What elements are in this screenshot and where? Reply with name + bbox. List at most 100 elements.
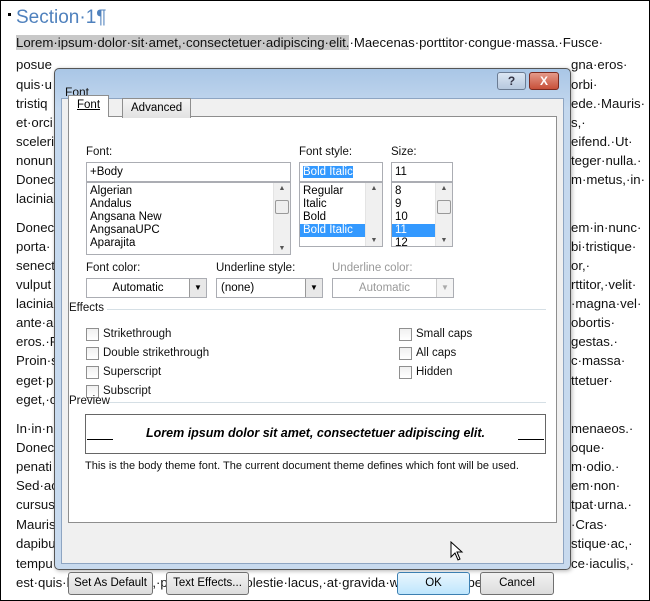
document-line-end: c·massa· [571,353,626,368]
font-input[interactable]: +Body [86,162,291,182]
style-list-scrollbar[interactable]: ▲ ▼ [365,183,382,246]
underline-style-label: Underline style: [216,262,296,274]
preview-text: Lorem ipsum dolor sit amet, consectetuer… [146,426,485,440]
document-line-start: Donec [16,440,55,455]
chevron-down-icon[interactable]: ▼ [305,279,322,297]
document-line-end: ttetuer· [571,373,613,388]
scroll-down-icon[interactable]: ▼ [436,237,452,244]
list-item[interactable]: 11 [392,224,435,237]
font-list[interactable]: Algerian Andalus Angsana New AngsanaUPC Apar… [86,182,291,255]
chevron-down-icon[interactable]: ▼ [189,279,206,297]
superscript-checkbox[interactable] [86,366,99,379]
subscript-label[interactable]: Subscript [103,385,151,397]
document-line-end: obortis· [571,315,615,330]
document-line-end: ede.·Mauris· [571,96,646,111]
preview-divider [109,402,546,403]
mouse-cursor-icon [450,541,464,561]
document-line-start: eros.·P [16,334,59,349]
close-button[interactable]: X [529,72,559,90]
list-item[interactable]: Andalus [87,198,273,211]
all-caps-checkbox[interactable] [399,347,412,360]
tab-label: Advanced [131,102,183,114]
set-as-default-button[interactable]: Set As Default [68,572,153,595]
document-line-start: eget,·c [16,392,57,407]
scroll-down-icon[interactable]: ▼ [274,245,290,252]
document-line-end: m·odio.· [571,459,620,474]
document-line-end: ·Cras· [571,517,608,532]
scroll-thumb[interactable] [437,200,451,214]
font-label: Font: [86,146,113,158]
font-style-input[interactable]: Bold Italic [299,162,383,182]
underline-color-label: Underline color: [332,262,413,274]
size-input[interactable]: 11 [391,162,453,182]
list-item[interactable]: Aparajita [87,237,273,250]
double-strikethrough-checkbox[interactable] [86,347,99,360]
preview-box: Lorem ipsum dolor sit amet, consectetuer… [85,414,546,454]
list-item[interactable]: 8 [392,185,435,198]
document-line: Lorem·ipsum·dolor·sit·amet,·consectetuer… [16,34,603,52]
tab-font[interactable]: Font [68,95,110,117]
small-caps-checkbox[interactable] [399,328,412,341]
document-line-start: senect [16,258,55,273]
document-line-start: quis·u [16,77,52,92]
dialog-client: Font: +Body Algerian Andalus Angsana New An… [61,95,564,564]
document-line-end: gna·eros· [571,57,628,72]
document-line-start: eget·p [16,373,54,388]
document-line-start: Donec [16,220,55,235]
hidden-checkbox[interactable] [399,366,412,379]
list-item[interactable]: Angsana New [87,211,273,224]
strikethrough-label[interactable]: Strikethrough [103,328,171,340]
document-line-start: porta· [16,239,51,254]
underline-style-select[interactable]: (none) ▼ [216,278,323,298]
document-line-start: et·orci [16,115,53,130]
document-line-start: penati [16,459,52,474]
superscript-label[interactable]: Superscript [103,366,161,378]
document-line-end: menaeos.· [571,421,634,436]
effects-divider [107,309,546,310]
document-line-end: teger·nulla.· [571,153,642,168]
scroll-up-icon[interactable]: ▲ [274,185,290,192]
underline-color-value: Automatic [358,282,411,294]
document-line-end: tpat·urna.· [571,497,632,512]
underline-style-value: (none) [221,282,255,294]
scroll-up-icon[interactable]: ▲ [436,185,452,192]
list-item[interactable]: AngsanaUPC [87,224,273,237]
document-line-start: nonun [16,153,53,168]
list-item[interactable]: Algerian [87,185,273,198]
document-line-start: cursus [16,497,55,512]
document-line-end: m·metus,·in· [571,172,645,187]
scroll-down-icon[interactable]: ▼ [366,237,382,244]
double-strikethrough-label[interactable]: Double strikethrough [103,347,209,359]
document-line-end: em·non· [571,478,621,493]
list-item[interactable]: Italic [300,198,365,211]
document-line-start: ante·a [16,315,54,330]
font-list-scrollbar[interactable]: ▲ ▼ [273,183,290,254]
scroll-up-icon[interactable]: ▲ [366,185,382,192]
ok-button[interactable]: OK [397,572,470,595]
size-list[interactable]: 8 9 10 11 12 ▲ ▼ [391,182,453,247]
list-item[interactable]: 10 [392,211,435,224]
chevron-down-icon: ▼ [436,279,453,297]
list-item[interactable]: Bold Italic [300,224,365,237]
document-line-end: orbi· [571,77,598,92]
hidden-label[interactable]: Hidden [416,366,452,378]
list-item[interactable]: Regular [300,185,365,198]
cancel-button[interactable]: Cancel [480,572,554,595]
list-item[interactable]: Bold [300,211,365,224]
document-line-end: eifend.·Ut· [571,134,633,149]
font-style-value: Bold Italic [303,166,353,178]
tab-advanced[interactable]: Advanced [122,98,192,118]
document-line-start: Mauris [16,517,56,532]
all-caps-label[interactable]: All caps [416,347,456,359]
size-list-scrollbar[interactable]: ▲ ▼ [435,183,452,246]
strikethrough-checkbox[interactable] [86,328,99,341]
help-button[interactable]: ? [497,72,526,90]
document-line-start: dapibu [16,536,56,551]
scroll-thumb[interactable] [275,200,289,214]
font-style-list[interactable]: Regular Italic Bold Bold Italic ▲ ▼ [299,182,383,247]
small-caps-label[interactable]: Small caps [416,328,472,340]
text-effects-button[interactable]: Text Effects... [166,572,249,595]
font-color-select[interactable]: Automatic ▼ [86,278,207,298]
list-item[interactable]: 9 [392,198,435,211]
list-item[interactable]: 12 [392,237,435,246]
